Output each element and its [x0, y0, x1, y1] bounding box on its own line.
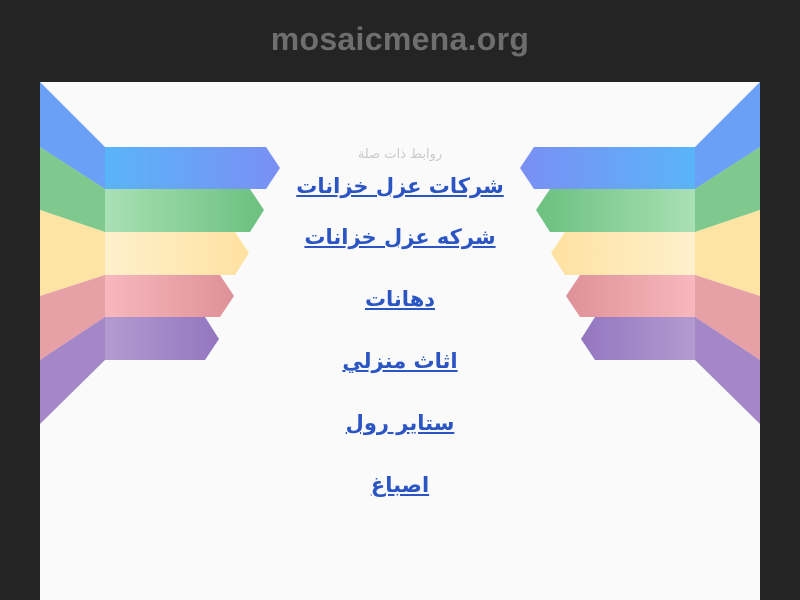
related-link[interactable]: اصباغ [371, 473, 429, 497]
list-item: اصباغ [200, 454, 600, 516]
related-link[interactable]: شركات عزل خزانات [296, 174, 503, 198]
list-item: دهانات [200, 268, 600, 330]
domain-title: mosaicmena.org [270, 20, 530, 57]
related-link[interactable]: دهانات [365, 287, 435, 311]
list-item: ستاير رول [200, 392, 600, 454]
related-link[interactable]: اثاث منزلي [342, 349, 457, 373]
related-links-heading: روابط ذات صلة [357, 147, 443, 162]
list-item: شركه عزل خزانات [200, 206, 600, 268]
related-link[interactable]: ستاير رول [346, 411, 455, 435]
list-item: اثاث منزلي [200, 330, 600, 392]
related-links-list: شركات عزل خزانات شركه عزل خزانات دهانات … [200, 166, 600, 516]
related-links-section: روابط ذات صلة شركات عزل خزانات شركه عزل … [200, 144, 600, 516]
header: mosaicmena.org [0, 0, 800, 82]
main-panel: روابط ذات صلة شركات عزل خزانات شركه عزل … [40, 82, 760, 600]
related-link[interactable]: شركه عزل خزانات [304, 225, 495, 249]
list-item: شركات عزل خزانات [200, 166, 600, 206]
